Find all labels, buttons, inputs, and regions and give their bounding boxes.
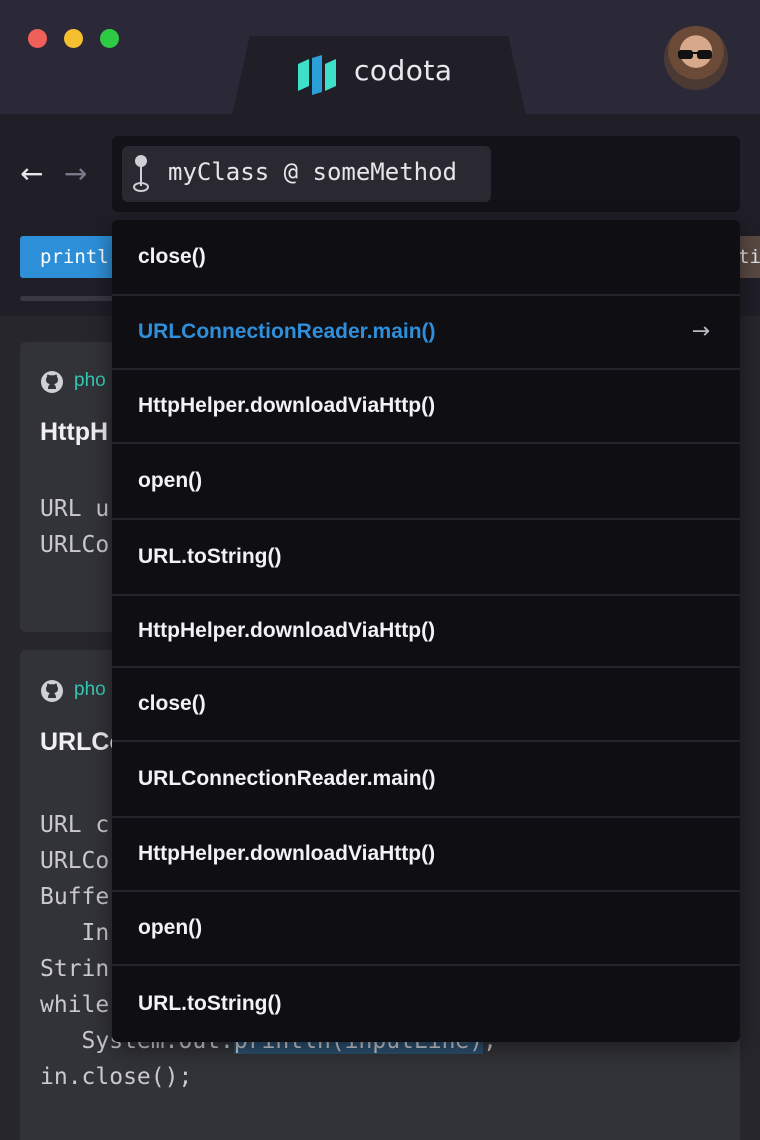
suggestion-label: URLConnectionReader.main() — [138, 320, 436, 343]
pin-icon — [133, 155, 149, 192]
suggestion-label: URL.toString() — [138, 992, 282, 1015]
suggestion-item-active[interactable]: URLConnectionReader.main() → — [112, 296, 740, 370]
back-arrow-icon[interactable]: ← — [20, 158, 43, 190]
suggestion-item[interactable]: URL.toString() — [112, 520, 740, 596]
suggestion-item[interactable]: close() — [112, 220, 740, 296]
result-title[interactable]: HttpH — [40, 418, 108, 447]
user-avatar[interactable] — [664, 26, 728, 90]
search-query-text: myClass @ someMethod — [168, 158, 457, 186]
suggestion-label: close() — [138, 245, 206, 268]
maximize-window-button[interactable] — [100, 29, 119, 48]
suggestion-item[interactable]: HttpHelper.downloadViaHttp() — [112, 370, 740, 444]
code-line: Buffe — [40, 884, 110, 910]
suggestion-item[interactable]: URL.toString() — [112, 966, 740, 1042]
suggestion-dropdown: close() URLConnectionReader.main() → Htt… — [112, 220, 740, 1042]
code-line: URLCo — [40, 532, 110, 558]
suggestion-item[interactable]: HttpHelper.downloadViaHttp() — [112, 596, 740, 668]
suggestion-item[interactable]: HttpHelper.downloadViaHttp() — [112, 818, 740, 892]
suggestion-item[interactable]: open() — [112, 444, 740, 520]
code-line: In — [40, 920, 110, 946]
codota-logo-icon — [298, 55, 336, 95]
result-source[interactable]: pho — [74, 679, 106, 701]
code-line: Strin — [40, 956, 110, 982]
code-line: while — [40, 992, 110, 1018]
code-line: in.close(); — [40, 1064, 193, 1090]
suggestion-label: close() — [138, 692, 206, 715]
arrow-right-icon: → — [691, 319, 710, 344]
minimize-window-button[interactable] — [64, 29, 83, 48]
suggestion-label: URL.toString() — [138, 545, 282, 568]
suggestion-label: HttpHelper.downloadViaHttp() — [138, 619, 436, 642]
code-line: URL u — [40, 496, 110, 522]
suggestion-label: HttpHelper.downloadViaHttp() — [138, 842, 436, 865]
suggestion-label: HttpHelper.downloadViaHttp() — [138, 394, 436, 417]
suggestion-item[interactable]: URLConnectionReader.main() — [112, 742, 740, 818]
github-icon — [41, 371, 63, 393]
close-window-button[interactable] — [28, 29, 47, 48]
suggestion-item[interactable]: close() — [112, 668, 740, 742]
result-source[interactable]: pho — [74, 370, 106, 392]
suggestion-label: open() — [138, 469, 203, 492]
suggestion-item[interactable]: open() — [112, 892, 740, 966]
forward-arrow-icon[interactable]: → — [64, 158, 87, 190]
suggestion-label: URLConnectionReader.main() — [138, 767, 436, 790]
sunglasses-icon — [678, 50, 712, 59]
code-line: URLCo — [40, 848, 110, 874]
brand-name: codota — [354, 54, 453, 87]
github-icon — [41, 680, 63, 702]
code-line: URL c — [40, 812, 110, 838]
suggestion-label: open() — [138, 916, 203, 939]
